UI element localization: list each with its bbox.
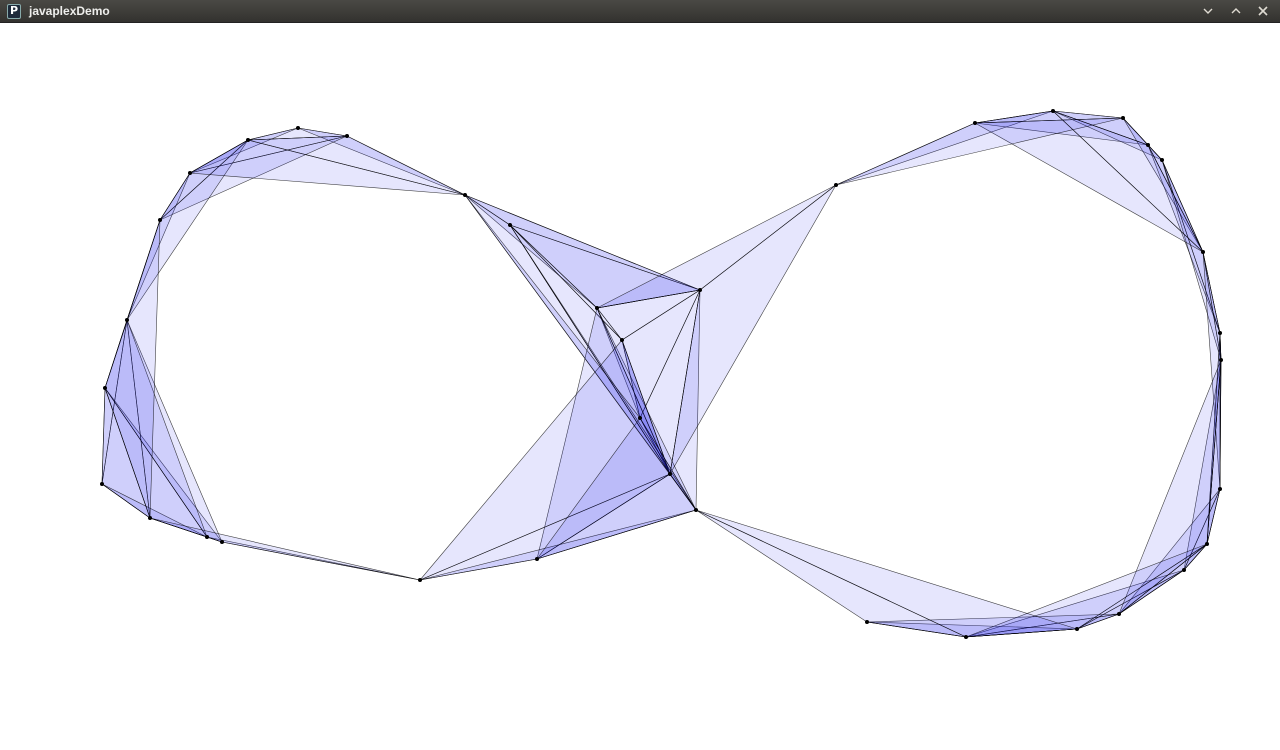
title-bar[interactable]: P javaplexDemo xyxy=(0,0,1280,23)
vertex-point xyxy=(535,557,539,561)
vertex-point xyxy=(1117,612,1121,616)
vertex-point xyxy=(865,620,869,624)
vertex-point xyxy=(508,223,512,227)
vertex-point xyxy=(1205,542,1209,546)
vertex-point xyxy=(1201,250,1205,254)
simplex-triangle xyxy=(149,517,421,581)
vertex-point xyxy=(188,171,192,175)
vertex-point xyxy=(125,318,129,322)
vertex-point xyxy=(1121,116,1125,120)
vertex-point xyxy=(620,338,624,342)
vertex-point xyxy=(220,540,224,544)
simplex-layer xyxy=(101,110,1222,638)
vertex-point xyxy=(973,121,977,125)
minimize-icon[interactable] xyxy=(1197,2,1219,20)
vertex-point xyxy=(100,482,104,486)
simplicial-complex-canvas xyxy=(100,109,1223,639)
window-title: javaplexDemo xyxy=(29,4,110,18)
vertex-point xyxy=(668,472,672,476)
vertex-point xyxy=(158,218,162,222)
processing-app-icon: P xyxy=(7,4,21,19)
vertex-point xyxy=(1218,331,1222,335)
vertex-point xyxy=(834,183,838,187)
vertex-point xyxy=(964,635,968,639)
maximize-icon[interactable] xyxy=(1225,2,1247,20)
vertex-point xyxy=(1051,109,1055,113)
vertex-point xyxy=(103,386,107,390)
vertex-point xyxy=(638,416,642,420)
app-window: P javaplexDemo xyxy=(0,0,1280,750)
vertex-point xyxy=(345,134,349,138)
vertex-point xyxy=(148,516,152,520)
vertex-point xyxy=(463,193,467,197)
vertex-point xyxy=(1075,627,1079,631)
vertex-point xyxy=(595,306,599,310)
vertex-point xyxy=(246,138,250,142)
vertex-point xyxy=(1146,143,1150,147)
vertex-point xyxy=(1219,358,1223,362)
vertex-point xyxy=(1218,487,1222,491)
vertex-point xyxy=(694,508,698,512)
vertex-point xyxy=(1182,568,1186,572)
vertex-point xyxy=(418,578,422,582)
vertex-point xyxy=(205,535,209,539)
vertex-point xyxy=(1160,158,1164,162)
close-icon[interactable] xyxy=(1252,2,1274,20)
vertex-point xyxy=(296,126,300,130)
vertex-point xyxy=(698,288,702,292)
